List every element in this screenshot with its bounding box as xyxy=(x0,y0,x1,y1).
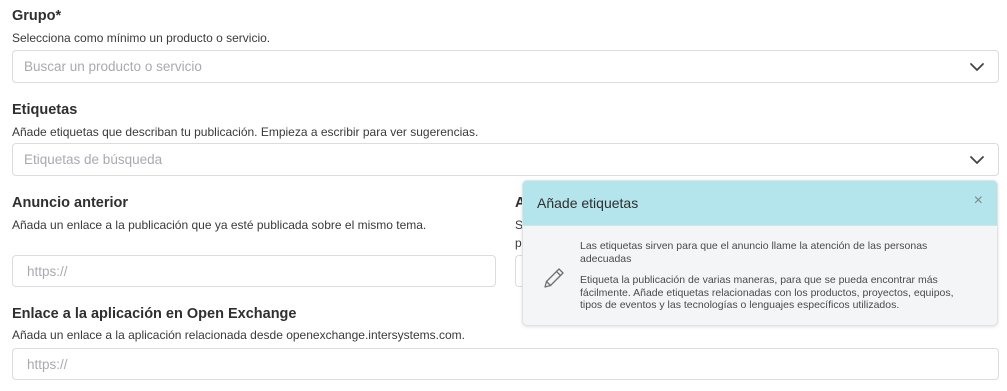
etiquetas-search-input[interactable] xyxy=(13,144,958,175)
open-exchange-field[interactable] xyxy=(12,348,999,380)
hidden-column-help-line2: p xyxy=(515,236,522,250)
etiquetas-select[interactable] xyxy=(12,143,999,176)
close-icon[interactable]: × xyxy=(974,193,983,209)
open-exchange-input[interactable] xyxy=(13,349,998,379)
popover-header: Añade etiquetas × xyxy=(523,181,997,226)
anuncio-anterior-field[interactable] xyxy=(12,255,496,287)
grupo-label: Grupo* xyxy=(12,8,62,24)
popover-paragraph-1: Las etiquetas sirven para que el anuncio… xyxy=(580,240,928,265)
popover-paragraph-2: Etiqueta la publicación de varias manera… xyxy=(580,274,954,311)
open-exchange-help: Añada un enlace a la aplicación relacion… xyxy=(12,328,465,342)
grupo-help: Selecciona como mínimo un producto o ser… xyxy=(12,31,271,45)
grupo-search-input[interactable] xyxy=(13,51,958,82)
open-exchange-label: Enlace a la aplicación en Open Exchange xyxy=(12,306,297,322)
popover-title: Añade etiquetas xyxy=(537,195,639,211)
post-form: Grupo* Selecciona como mínimo un product… xyxy=(0,0,1007,391)
etiquetas-label: Etiquetas xyxy=(12,102,78,118)
tags-help-popover: Añade etiquetas × Las etiquetas sirven p… xyxy=(522,180,998,326)
pencil-icon xyxy=(544,268,564,288)
anuncio-anterior-help: Añada un enlace a la publicación que ya … xyxy=(12,218,427,232)
etiquetas-help: Añade etiquetas que describan tu publica… xyxy=(12,125,479,139)
chevron-down-icon[interactable] xyxy=(969,154,985,166)
chevron-down-icon[interactable] xyxy=(969,61,985,73)
grupo-select[interactable] xyxy=(12,50,999,83)
anuncio-anterior-label: Anuncio anterior xyxy=(12,195,129,211)
anuncio-anterior-input[interactable] xyxy=(13,256,495,286)
